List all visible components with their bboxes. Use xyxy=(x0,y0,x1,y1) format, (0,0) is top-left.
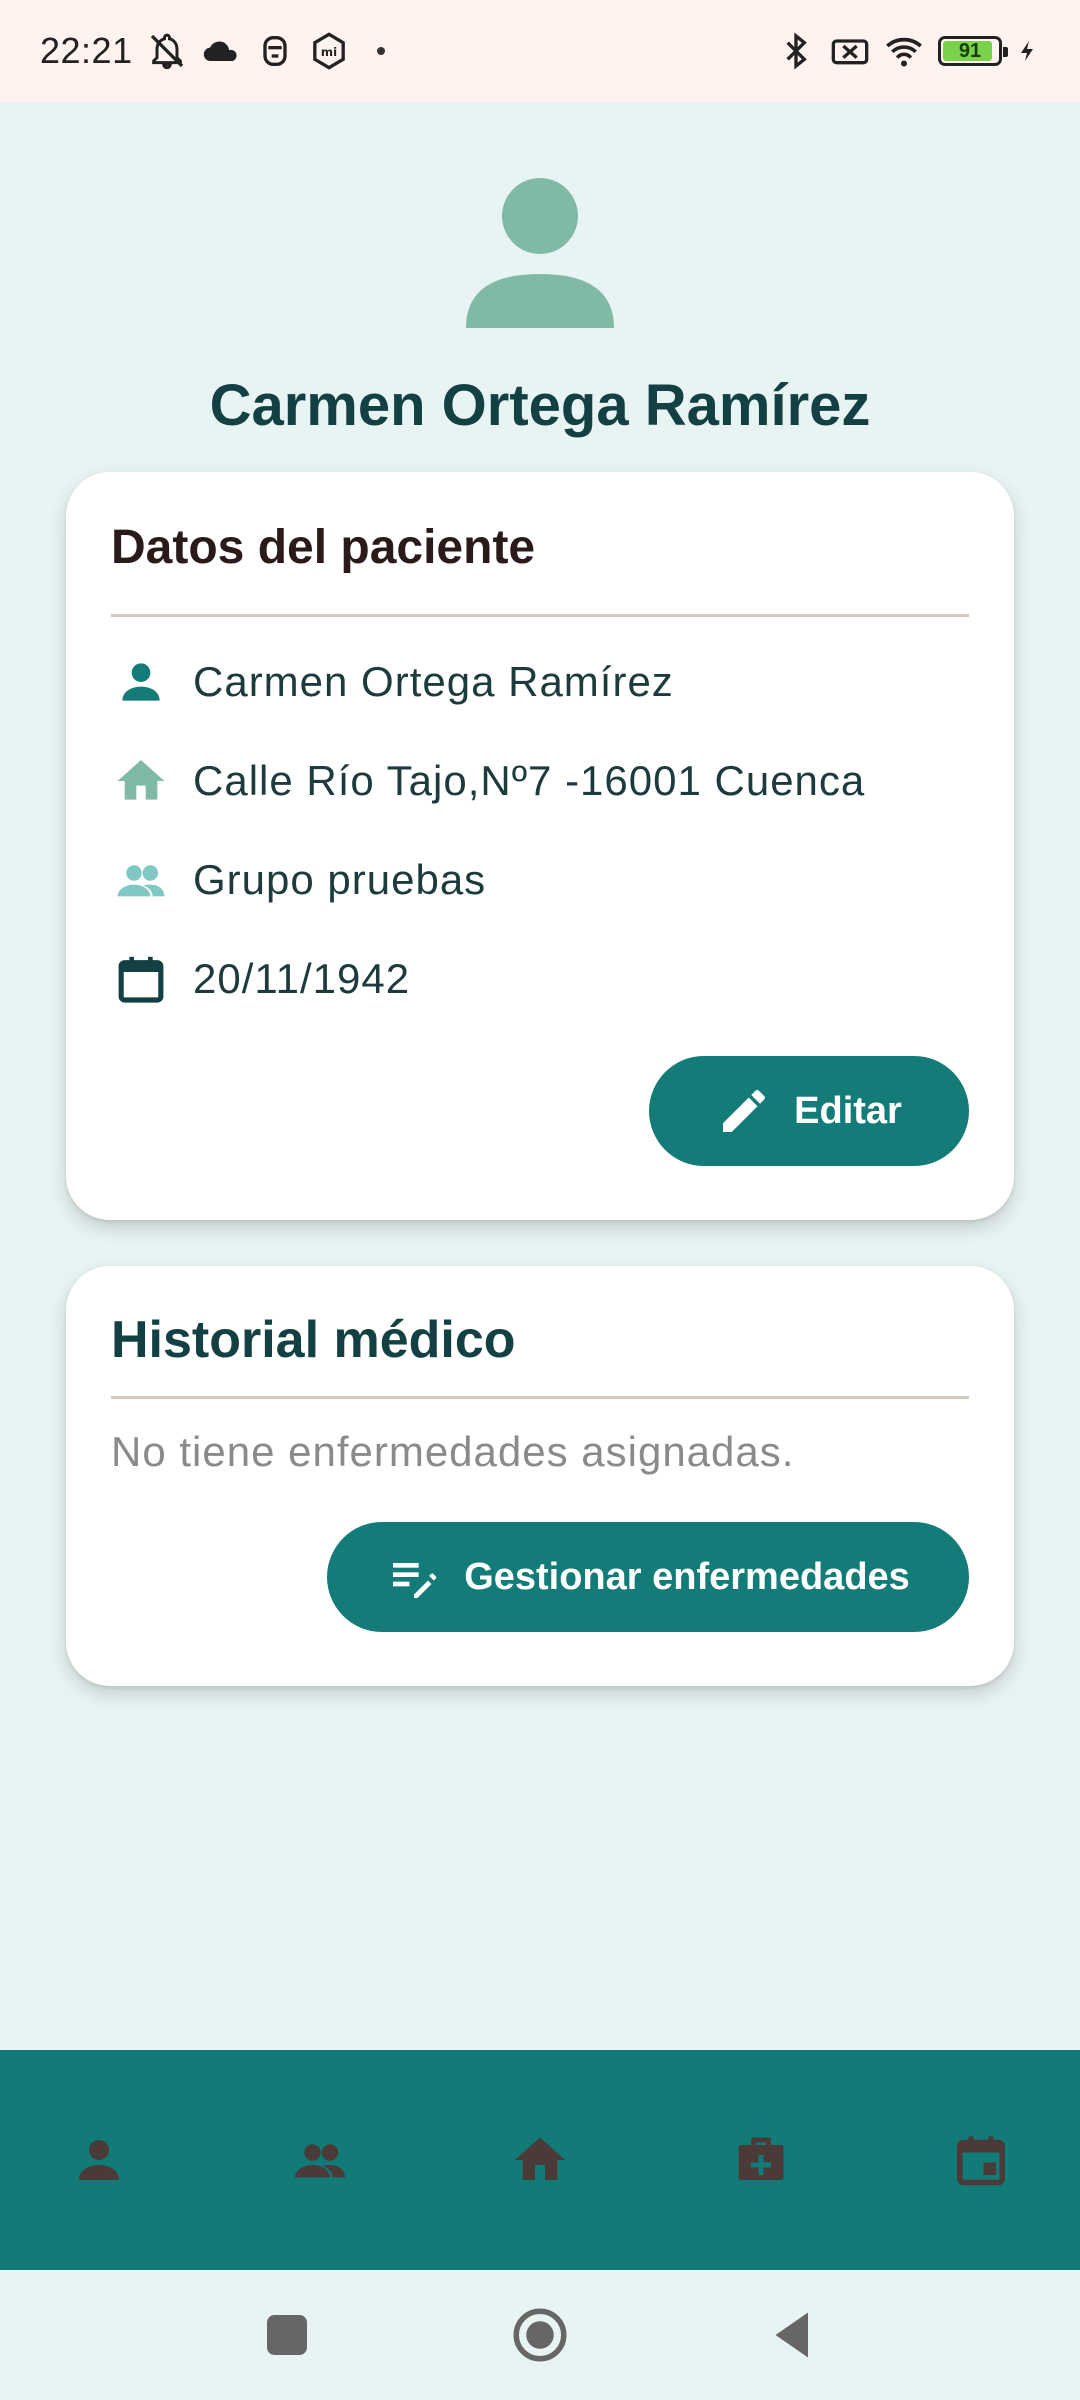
group-icon xyxy=(111,850,171,910)
empty-state-text: No tiene enfermedades asignadas. xyxy=(111,1428,795,1475)
avatar xyxy=(462,176,618,332)
person-icon xyxy=(466,178,614,328)
status-right: 91 xyxy=(776,31,1040,71)
cloud-icon xyxy=(201,31,241,71)
status-bar: 22:21 mi 91 xyxy=(0,0,1080,102)
status-left: 22:21 mi xyxy=(40,30,385,72)
system-navigation xyxy=(0,2270,1080,2400)
home-icon xyxy=(515,2137,565,2180)
wifi-icon xyxy=(884,31,924,71)
medical-bag-icon xyxy=(738,2137,783,2180)
nav-item-groups[interactable] xyxy=(287,2127,353,2193)
battery-icon: 91 xyxy=(938,36,1008,66)
notification-dot xyxy=(376,47,385,55)
home-button[interactable] xyxy=(505,2300,575,2370)
card-title: Historial médico xyxy=(111,1311,516,1369)
edit-button[interactable]: Editar xyxy=(649,1056,969,1166)
info-row-birthdate: 20/11/1942 xyxy=(111,949,410,1009)
edit-list-icon xyxy=(393,1563,437,1598)
no-sim-icon xyxy=(830,31,870,71)
manage-diseases-label: Gestionar enfermedades xyxy=(464,1555,910,1598)
info-row-name: Carmen Ortega Ramírez xyxy=(111,652,674,712)
person-icon xyxy=(79,2140,119,2180)
calendar-icon xyxy=(957,2136,1005,2186)
calendar-icon xyxy=(111,949,171,1009)
charging-icon xyxy=(1016,31,1040,71)
divider xyxy=(111,1396,969,1399)
manage-diseases-button[interactable]: Gestionar enfermedades xyxy=(327,1522,969,1632)
person-icon xyxy=(111,652,171,712)
mi-icon: mi xyxy=(309,31,349,71)
recents-button[interactable] xyxy=(252,2300,322,2370)
patient-address: Calle Río Tajo,Nº7 -16001 Cuenca xyxy=(193,757,866,804)
page-title: Carmen Ortega Ramírez xyxy=(209,373,871,438)
home-icon xyxy=(111,751,171,811)
status-time: 22:21 xyxy=(40,30,133,71)
svg-text:mi: mi xyxy=(321,45,337,59)
back-button[interactable] xyxy=(758,2300,828,2370)
patient-birthdate: 20/11/1942 xyxy=(193,955,411,1002)
info-row-address: Calle Río Tajo,Nº7 -16001 Cuenca xyxy=(111,751,865,811)
medical-history-card: Historial médico No tiene enfermedades a… xyxy=(66,1266,1014,1686)
patient-group: Grupo pruebas xyxy=(193,856,487,903)
muted-bell-icon xyxy=(147,31,187,71)
card-title: Datos del paciente xyxy=(111,521,536,574)
recents-icon xyxy=(267,2315,307,2355)
face-icon xyxy=(255,31,295,71)
group-icon xyxy=(294,2144,345,2178)
home-circle-icon xyxy=(513,2308,567,2362)
back-icon xyxy=(775,2312,808,2358)
pencil-icon xyxy=(723,1089,766,1132)
nav-item-profile[interactable] xyxy=(66,2127,132,2193)
bluetooth-icon xyxy=(776,31,816,71)
bottom-navigation xyxy=(0,2050,1080,2270)
nav-item-calendar[interactable] xyxy=(948,2127,1014,2193)
divider xyxy=(111,614,969,617)
nav-item-home[interactable] xyxy=(507,2127,573,2193)
battery-level: 91 xyxy=(958,39,982,62)
nav-item-medical[interactable] xyxy=(728,2127,794,2193)
edit-button-label: Editar xyxy=(794,1089,902,1132)
info-row-group: Grupo pruebas xyxy=(111,850,486,910)
patient-name: Carmen Ortega Ramírez xyxy=(193,658,674,705)
patient-data-card: Datos del paciente Carmen Ortega Ramírez… xyxy=(66,472,1014,1220)
